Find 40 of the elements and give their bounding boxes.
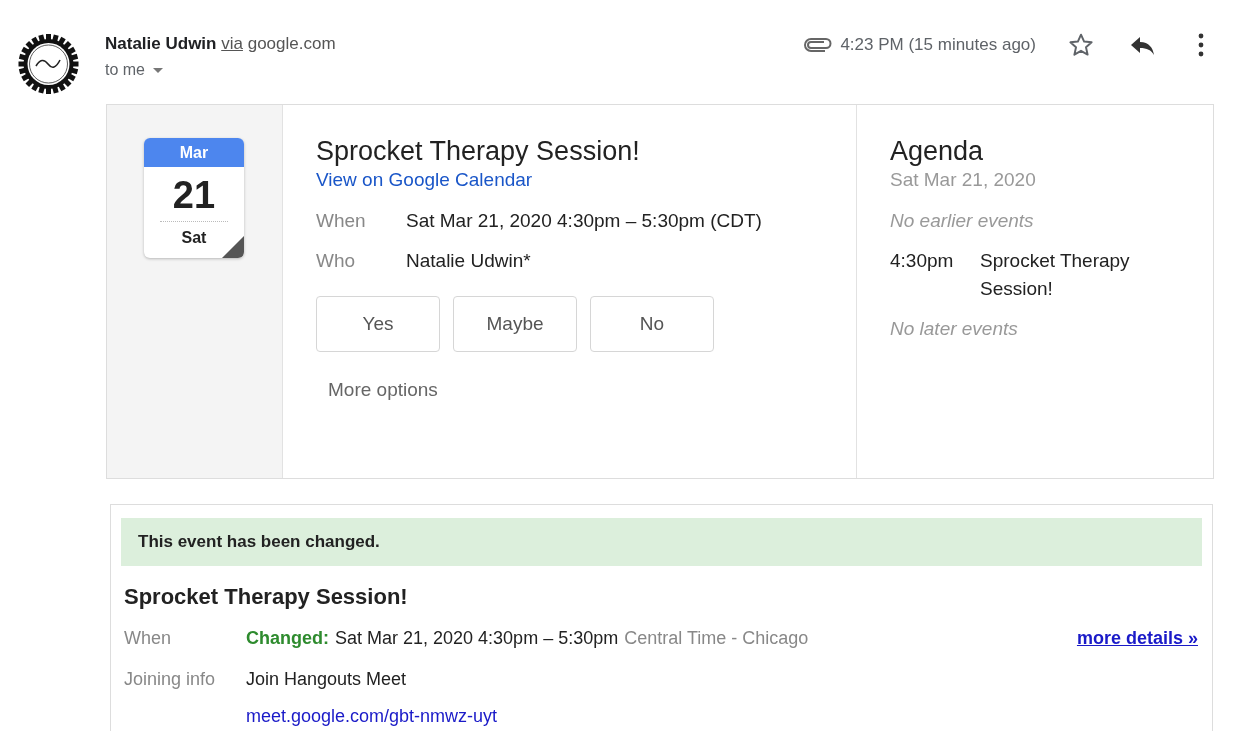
more-options-button[interactable]: More options [328, 376, 438, 405]
caret-icon [153, 67, 163, 73]
reply-button[interactable] [1130, 34, 1156, 56]
day-number: 21 [171, 173, 217, 217]
agenda-date: Sat Mar 21, 2020 [890, 168, 1037, 192]
agenda-title: Agenda [890, 135, 985, 167]
via-link[interactable]: via [221, 34, 243, 53]
detail-value: Natalie Udwin* [406, 249, 531, 273]
changed-label: Changed: [246, 627, 329, 650]
agenda-note: No later events [890, 317, 1019, 341]
rsvp-button[interactable]: No [590, 296, 714, 352]
detail-label: Who [316, 249, 357, 273]
weekday-label: Sat [181, 228, 207, 248]
sender-domain: google.com [247, 34, 336, 53]
meet-link[interactable]: meet.google.com/gbt-nmwz-uyt [246, 703, 498, 730]
calendar-link[interactable]: View on Google Calendar [316, 167, 533, 193]
detail-label: When [316, 209, 367, 233]
rsvp-button[interactable]: Yes [316, 296, 440, 352]
change-banner: This event has been changed. [121, 518, 1202, 566]
event-time: 4:30pm [890, 249, 955, 273]
sender-name: Natalie Udwin [105, 34, 217, 53]
recipients-toggle[interactable]: to me [105, 58, 163, 82]
event-title: Sprocket Therapy Session! [316, 135, 641, 167]
star-button[interactable] [1068, 32, 1094, 58]
joining-value: Join Hangouts Meet [246, 668, 407, 691]
received-time: 4:23 PM (15 minutes ago) [840, 34, 1036, 57]
month-label: Mar [144, 138, 244, 167]
logo-icon [18, 34, 79, 94]
agenda-note: No earlier events [890, 209, 1035, 233]
rsvp-button[interactable]: Maybe [453, 296, 577, 352]
more-details-link[interactable]: more details » [1076, 625, 1198, 652]
page-curl-icon [222, 236, 244, 258]
detail-value: Sat Mar 21, 2020 4:30pm – 5:30pm (CDT) [406, 209, 762, 233]
more-menu-button[interactable] [1198, 33, 1204, 57]
notice-title: Sprocket Therapy Session! [124, 583, 409, 611]
timezone: Central Time - Chicago [624, 627, 809, 650]
when-label: When [124, 627, 173, 650]
joining-label: Joining info [124, 668, 217, 691]
event-name: Sprocket Therapy Session! [980, 249, 1131, 301]
when-value: Sat Mar 21, 2020 4:30pm – 5:30pm [335, 627, 619, 650]
